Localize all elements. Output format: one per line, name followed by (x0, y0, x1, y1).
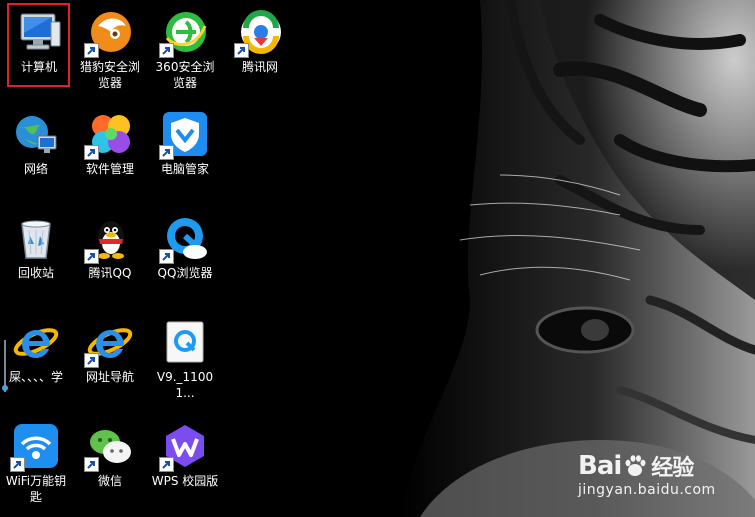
software-manager-icon (84, 110, 134, 160)
360-browser-icon (159, 8, 209, 58)
desktop-icon-qq[interactable]: 腾讯QQ (74, 214, 146, 281)
desktop-icon-recycle-bin[interactable]: 回收站 (0, 214, 72, 281)
shortcut-arrow-icon (84, 249, 99, 264)
icon-label: 网址导航 (85, 370, 134, 384)
desktop-icon-software-manager[interactable]: 软件管理 (74, 110, 146, 177)
liebao-browser-icon (84, 8, 134, 58)
wps-icon (159, 422, 209, 472)
qq-browser-icon (159, 214, 209, 264)
shortcut-arrow-icon (159, 457, 174, 472)
icon-label: WPS 校园版 (151, 474, 219, 488)
wifi-key-icon (10, 422, 60, 472)
icon-label: 猎豹安全浏览器 (79, 60, 140, 90)
icon-label: 计算机 (20, 60, 57, 74)
icon-label: 腾讯QQ (88, 266, 132, 280)
desktop-icon-360-browser[interactable]: 360安全浏览器 (149, 8, 221, 91)
watermark-brand-right: 经验 (651, 456, 694, 481)
desktop-icon-tencent-news[interactable]: 腾讯网 (224, 8, 296, 75)
desktop-icon-wps[interactable]: WPS 校园版 (149, 422, 221, 489)
desktop-icon-wechat[interactable]: 微信 (74, 422, 146, 489)
icon-label: 腾讯网 (241, 60, 278, 74)
desktop-icon-pc-manager[interactable]: 电脑管家 (149, 110, 221, 177)
icon-label: 软件管理 (85, 162, 134, 176)
desktop-icon-qq-browser[interactable]: QQ浏览器 (149, 214, 221, 281)
desktop-icon-network[interactable]: 网络 (0, 110, 72, 177)
shortcut-arrow-icon (84, 457, 99, 472)
desktop-icon-ie-shortcut[interactable]: 屎、、、、学 (0, 318, 72, 385)
ie-icon (84, 318, 134, 368)
ie-icon (12, 318, 60, 366)
pc-manager-icon (159, 110, 209, 160)
shortcut-arrow-icon (84, 145, 99, 160)
desktop-icon-liebao-browser[interactable]: 猎豹安全浏览器 (74, 8, 146, 91)
baidu-jingyan-watermark: Bai 经验 jingyan.baidu.com (578, 450, 716, 498)
network-icon (12, 110, 60, 158)
desktop-icon-wifi-key[interactable]: WiFi万能钥匙 (0, 422, 72, 505)
icon-label: QQ浏览器 (157, 266, 213, 280)
tencent-news-icon (234, 8, 284, 58)
icon-label: 360安全浏览器 (155, 60, 215, 90)
watermark-brand: Bai 经验 (578, 450, 716, 482)
icon-label: 电脑管家 (160, 162, 209, 176)
watermark-brand-left: Bai (578, 451, 622, 481)
icon-label: 微信 (97, 474, 122, 488)
icon-label: WiFi万能钥匙 (5, 474, 67, 504)
shortcut-arrow-icon (84, 43, 99, 58)
desktop-icon-computer[interactable]: 计算机 (3, 8, 75, 75)
shortcut-arrow-icon (10, 457, 25, 472)
qq-penguin-icon (84, 214, 134, 264)
wechat-icon (84, 422, 134, 472)
shortcut-arrow-icon (159, 249, 174, 264)
computer-icon (15, 8, 63, 56)
shortcut-arrow-icon (234, 43, 249, 58)
document-icon (161, 318, 209, 366)
shortcut-arrow-icon (84, 353, 99, 368)
icon-label: 屎、、、、学 (8, 370, 63, 384)
watermark-url: jingyan.baidu.com (578, 482, 716, 498)
baidu-paw-icon (625, 455, 646, 476)
shortcut-arrow-icon (159, 43, 174, 58)
shortcut-arrow-icon (159, 145, 174, 160)
desktop-icon-v9-file[interactable]: V9._11001... (149, 318, 221, 401)
icon-label: 回收站 (17, 266, 54, 280)
icon-label: V9._11001... (156, 370, 214, 400)
recycle-bin-icon (12, 214, 60, 262)
icon-label: 网络 (23, 162, 48, 176)
desktop-icon-url-nav[interactable]: 网址导航 (74, 318, 146, 385)
